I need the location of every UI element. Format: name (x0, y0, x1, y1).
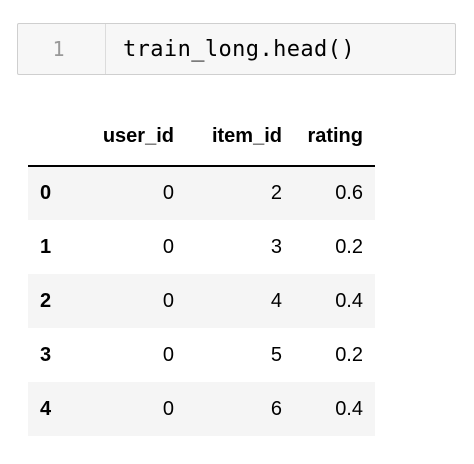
cell-rating: 0.4 (335, 289, 363, 312)
column-header-item-id: item_id (188, 108, 298, 167)
table-row: 1 0 3 0.2 (28, 220, 375, 274)
line-number: 1 (18, 24, 106, 74)
cell-user-id: 0 (162, 397, 174, 420)
cell-rating: 0.2 (335, 343, 363, 366)
row-index: 3 (40, 343, 52, 366)
table-header-row: user_id item_id rating (28, 108, 375, 167)
cell-rating: 0.6 (335, 182, 363, 204)
index-header (28, 108, 80, 167)
cell-user-id: 0 (162, 235, 174, 258)
code-cell[interactable]: 1 train_long.head() (17, 23, 456, 75)
cell-user-id: 0 (162, 289, 174, 312)
column-header-user-id: user_id (80, 108, 188, 167)
cell-item-id: 5 (270, 343, 282, 366)
cell-item-id: 4 (270, 289, 282, 312)
table-row: 4 0 6 0.4 (28, 382, 375, 436)
cell-item-id: 2 (270, 182, 282, 204)
dataframe-output: user_id item_id rating 0 0 2 0.6 1 0 3 0… (28, 108, 375, 436)
cell-rating: 0.2 (335, 235, 363, 258)
row-index: 1 (40, 235, 52, 258)
cell-user-id: 0 (162, 182, 174, 204)
cell-user-id: 0 (162, 343, 174, 366)
row-index: 2 (40, 289, 52, 312)
cell-item-id: 3 (270, 235, 282, 258)
table-row: 3 0 5 0.2 (28, 328, 375, 382)
code-input[interactable]: train_long.head() (106, 24, 455, 74)
cell-item-id: 6 (270, 397, 282, 420)
cell-rating: 0.4 (335, 397, 363, 420)
table-row: 0 0 2 0.6 (28, 166, 375, 220)
row-index: 0 (40, 182, 52, 204)
column-header-rating: rating (298, 108, 375, 167)
table-row: 2 0 4 0.4 (28, 274, 375, 328)
row-index: 4 (40, 397, 52, 420)
